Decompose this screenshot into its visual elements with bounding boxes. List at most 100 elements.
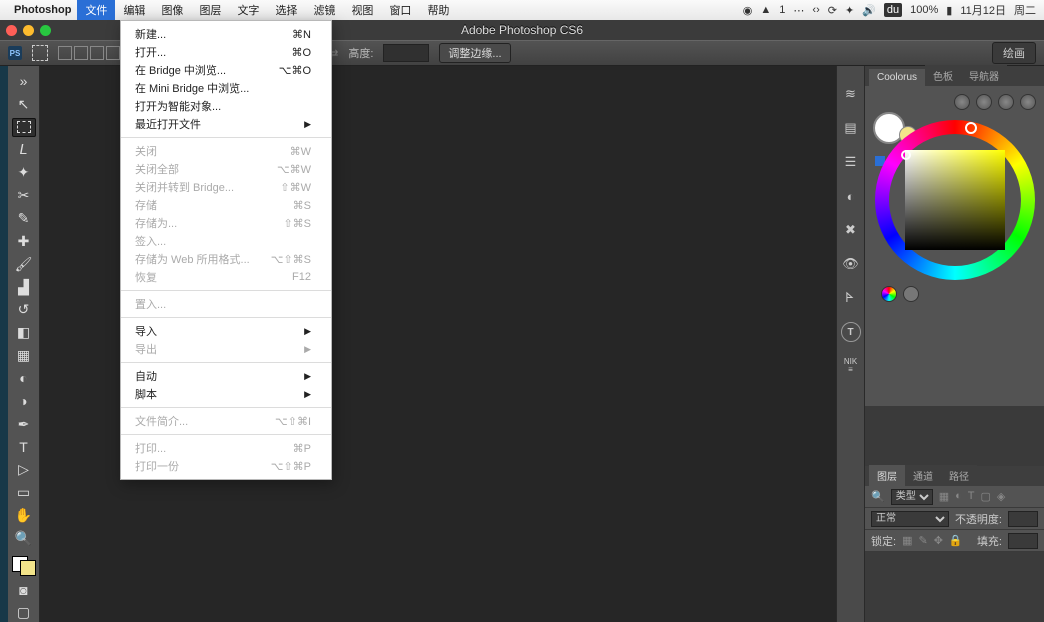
eraser-tool[interactable]: ◧: [12, 323, 36, 342]
hand-tool[interactable]: ✋: [12, 506, 36, 525]
menu-file[interactable]: 文件: [77, 0, 115, 20]
minimize-window-button[interactable]: [23, 25, 34, 36]
gradient-tool[interactable]: ▦: [12, 346, 36, 365]
tab-coolorus[interactable]: Coolorus: [869, 69, 925, 86]
filter-kind-select[interactable]: 类型: [891, 489, 933, 505]
file-menu-item: 关闭⌘W: [121, 142, 331, 160]
menu-select[interactable]: 选择: [267, 0, 305, 20]
file-menu-item: 打印一份⌥⇧⌘P: [121, 457, 331, 475]
volume-icon[interactable]: 🔊: [862, 4, 876, 17]
shape-tool[interactable]: ▭: [12, 483, 36, 502]
sync-icon[interactable]: ⟳: [828, 4, 837, 17]
marquee-mode-icons[interactable]: [58, 46, 120, 60]
brushes-panel-icon[interactable]: ✖: [841, 220, 861, 240]
background-swatch[interactable]: [20, 560, 36, 576]
file-menu-item[interactable]: 导入▶: [121, 322, 331, 340]
file-menu-item[interactable]: 打开...⌘O: [121, 43, 331, 61]
tab-paths[interactable]: 路径: [941, 465, 977, 486]
type-tool[interactable]: T: [12, 438, 36, 457]
properties-panel-icon[interactable]: ☰: [841, 152, 861, 172]
opacity-input[interactable]: [1008, 511, 1038, 527]
date-text[interactable]: 11月12日: [960, 2, 1006, 18]
zoom-window-button[interactable]: [40, 25, 51, 36]
menu-view[interactable]: 视图: [343, 0, 381, 20]
pen-tool[interactable]: ✒: [12, 415, 36, 434]
adobe-icon[interactable]: ▲: [760, 4, 771, 16]
dodge-tool[interactable]: ◑: [12, 392, 36, 411]
adjustments-panel-icon[interactable]: ◐: [841, 186, 861, 206]
wifi-icon[interactable]: ⋯: [793, 4, 804, 17]
paragraph-panel-icon[interactable]: T: [841, 322, 861, 342]
app-name[interactable]: Photoshop: [14, 4, 71, 16]
file-menu-item[interactable]: 在 Bridge 中浏览...⌥⌘O: [121, 61, 331, 79]
stamp-tool[interactable]: ▟: [12, 278, 36, 297]
menubar-right: ◉ ▲ 1 ⋯ ‹› ⟳ ✦ 🔊 du 100% ▮ 11月12日 周二: [743, 2, 1036, 18]
move-tool[interactable]: ↖: [12, 95, 36, 114]
code-icon[interactable]: ‹›: [812, 4, 819, 16]
menu-help[interactable]: 帮助: [419, 0, 457, 20]
character-panel-icon[interactable]: 𐊀: [841, 288, 861, 308]
tab-navigator[interactable]: 导航器: [961, 65, 1007, 86]
history-brush-tool[interactable]: ↺: [12, 300, 36, 319]
eyedropper-tool[interactable]: ✎: [12, 209, 36, 228]
file-menu-item[interactable]: 新建...⌘N: [121, 25, 331, 43]
ps-home-icon[interactable]: PS: [8, 46, 22, 60]
menu-image[interactable]: 图像: [153, 0, 191, 20]
file-menu-item[interactable]: 脚本▶: [121, 385, 331, 403]
sv-marker[interactable]: [901, 150, 911, 160]
tab-layers[interactable]: 图层: [869, 465, 905, 486]
expand-tools-icon[interactable]: »: [12, 72, 36, 91]
layer-filter-icons[interactable]: ▦◐T▢◈: [939, 490, 1006, 503]
healing-tool[interactable]: ✚: [12, 232, 36, 251]
file-menu-item[interactable]: 在 Mini Bridge 中浏览...: [121, 79, 331, 97]
screenmode-tool[interactable]: ▢: [12, 603, 36, 622]
status-icon[interactable]: ◉: [743, 4, 753, 17]
saturation-value-box[interactable]: [905, 150, 1005, 250]
workspace-switcher[interactable]: 绘画: [992, 42, 1036, 64]
day-text[interactable]: 周二: [1014, 2, 1036, 18]
file-menu-item[interactable]: 自动▶: [121, 367, 331, 385]
refine-edges-button[interactable]: 调整边缘...: [439, 43, 510, 63]
file-menu-item[interactable]: 最近打开文件▶: [121, 115, 331, 133]
wand-tool[interactable]: ✦: [12, 163, 36, 182]
color-wheel[interactable]: [875, 120, 1035, 280]
menu-filter[interactable]: 滤镜: [305, 0, 343, 20]
menu-type[interactable]: 文字: [229, 0, 267, 20]
marquee-tool-icon[interactable]: [32, 45, 48, 61]
height-input[interactable]: [383, 44, 429, 62]
nik-panel-icon[interactable]: NIK≡: [841, 356, 861, 376]
brush-tool[interactable]: 🖌: [12, 255, 36, 274]
quickmask-tool[interactable]: ◙: [12, 580, 36, 599]
crop-tool[interactable]: ✂: [12, 186, 36, 205]
clock-icon[interactable]: ✦: [845, 4, 854, 17]
close-window-button[interactable]: [6, 25, 17, 36]
filter-kind-icon[interactable]: 🔍: [871, 490, 885, 503]
du-icon[interactable]: du: [884, 3, 902, 17]
actions-panel-icon[interactable]: ▤: [841, 118, 861, 138]
file-menu-item: 签入...: [121, 232, 331, 250]
layers-list[interactable]: [865, 552, 1044, 622]
path-select-tool[interactable]: ▷: [12, 460, 36, 479]
blend-mode-select[interactable]: 正常: [871, 511, 949, 527]
history-panel-icon[interactable]: ≋: [841, 84, 861, 104]
layers-panel: 🔍 类型 ▦◐T▢◈ 正常 不透明度: 锁定: ▦✎✥🔒 填充:: [865, 486, 1044, 622]
tab-swatches[interactable]: 色板: [925, 65, 961, 86]
battery-icon[interactable]: ▮: [946, 4, 952, 17]
marquee-tool[interactable]: [12, 118, 36, 137]
fill-input[interactable]: [1008, 533, 1038, 549]
menu-layer[interactable]: 图层: [191, 0, 229, 20]
coolorus-mode-buttons[interactable]: [954, 94, 1036, 110]
lock-icons[interactable]: ▦✎✥🔒: [902, 534, 963, 547]
styles-panel-icon[interactable]: 👁: [841, 254, 861, 274]
menu-edit[interactable]: 编辑: [115, 0, 153, 20]
zoom-tool[interactable]: 🔍: [12, 529, 36, 548]
coolorus-scheme-buttons[interactable]: [881, 286, 919, 302]
lasso-tool[interactable]: 𝘓: [12, 141, 36, 160]
blur-tool[interactable]: ◐: [12, 369, 36, 388]
tab-channels[interactable]: 通道: [905, 465, 941, 486]
badge-1[interactable]: 1: [779, 4, 785, 16]
file-menu-item[interactable]: 打开为智能对象...: [121, 97, 331, 115]
menu-window[interactable]: 窗口: [381, 0, 419, 20]
color-swatches[interactable]: [12, 556, 36, 577]
hue-marker[interactable]: [965, 122, 977, 134]
